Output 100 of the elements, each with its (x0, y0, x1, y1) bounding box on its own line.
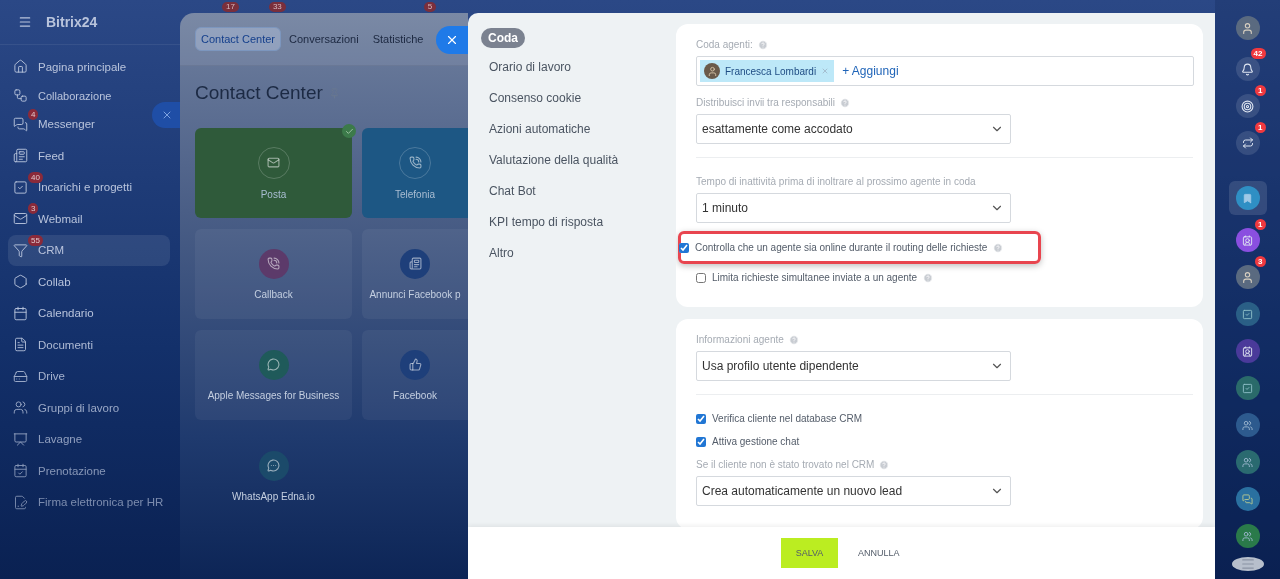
nav-item[interactable]: Consenso cookie (481, 85, 590, 111)
sidebar-item[interactable]: Calendario (8, 297, 99, 329)
sidebar-item[interactable]: Lavagne (8, 423, 88, 455)
sidebar-item[interactable]: Pagina principale (8, 51, 132, 83)
add-link[interactable]: + Aggiungi (842, 64, 899, 78)
count-badge: 1 (1255, 85, 1266, 96)
sidebar-button[interactable] (1235, 94, 1260, 118)
sidebar-button[interactable] (1235, 16, 1260, 40)
sidebar-button[interactable] (1235, 376, 1260, 400)
sidebar-button[interactable] (1235, 131, 1260, 155)
checkbox[interactable] (679, 242, 689, 253)
sidebar-group[interactable]: Collaborazione (8, 82, 117, 109)
sidebar-button[interactable] (1228, 181, 1267, 215)
tab[interactable]: Contact Center (195, 27, 281, 51)
funnel-icon (13, 242, 28, 258)
target-icon (1241, 99, 1254, 113)
field-label: Se il cliente non è stato trovato nel CRM (696, 459, 875, 470)
sidebar-item[interactable]: CRM 55 (8, 234, 170, 266)
signature-icon (13, 494, 28, 510)
sidebar-item[interactable]: Incarichi e progetti 40 (8, 171, 137, 203)
checkbox-label: Controlla che un agente sia online durante il routing delle richieste (695, 242, 988, 253)
select-field[interactable]: esattamente come accodato (696, 114, 1011, 144)
sidebar-item[interactable]: Documenti (8, 329, 98, 361)
field-label: Informazioni agente (696, 334, 784, 345)
channel-tile[interactable]: WhatsApp Edna.io (195, 431, 352, 521)
count-badge: 40 (28, 171, 43, 183)
checkbox-label: Attiva gestione chat (712, 436, 800, 447)
ad-icon (408, 257, 422, 270)
select-field[interactable]: Usa profilo utente dipendente (696, 351, 1011, 381)
people-field[interactable]: Francesca Lombardi + Aggiungi (696, 56, 1194, 86)
nav-item[interactable]: Chat Bot (481, 178, 544, 204)
task-icon (13, 179, 28, 195)
avatar-icon (1241, 21, 1254, 35)
feed-icon (13, 148, 28, 164)
nav-item[interactable]: Orario di lavoro (481, 54, 580, 80)
sidebar-item[interactable]: Collab (8, 266, 76, 298)
thumbs-up-icon (408, 358, 422, 371)
home-icon (13, 59, 28, 75)
channel-tile[interactable]: Facebook (362, 330, 468, 420)
sidebar-button[interactable] (1235, 339, 1260, 363)
field-label: Coda agenti: (696, 39, 753, 50)
count-badge: 42 (1250, 48, 1266, 59)
select-field[interactable]: Crea automaticamente un nuovo lead (696, 476, 1011, 506)
channel-tile[interactable]: Annunci Facebook p (362, 229, 468, 319)
people-icon (13, 400, 28, 416)
message-icon (267, 459, 280, 472)
nav-item[interactable]: Valutazione della qualità (481, 147, 627, 173)
sidebar-item[interactable]: Gruppi di lavoro (8, 392, 125, 424)
channel-tile[interactable]: Callback (195, 229, 352, 319)
nav-item[interactable]: Altro (481, 240, 522, 266)
page-title: Contact Center (195, 82, 323, 104)
sidebar-item[interactable]: Feed (8, 140, 70, 172)
save-button[interactable]: SALVA (781, 538, 838, 568)
count-badge: 5 (423, 2, 437, 12)
nav-item[interactable]: KPI tempo di risposta (481, 209, 612, 235)
sidebar-button[interactable] (1235, 265, 1260, 289)
channel-tile[interactable]: Apple Messages for Business (195, 330, 352, 420)
cancel-button[interactable]: ANNULLA (852, 547, 906, 559)
checkbox[interactable] (696, 436, 706, 447)
message-icon (267, 358, 280, 371)
count-badge: 3 (1255, 256, 1266, 267)
sidebar-button[interactable] (1235, 57, 1260, 81)
people-icon (1242, 456, 1253, 468)
channel-tile[interactable]: Telefonia (362, 128, 468, 218)
sidebar-item[interactable]: Drive (8, 360, 70, 392)
sidebar-button[interactable] (1235, 487, 1260, 511)
contact-icon (1242, 345, 1253, 357)
sidebar-button[interactable] (1235, 228, 1260, 252)
sidebar-item[interactable]: Firma elettronica per HR (8, 486, 169, 518)
sidebar-button[interactable] (1235, 450, 1260, 474)
tab[interactable]: Statistiche (366, 27, 430, 51)
bell-icon (1241, 62, 1254, 76)
menu-button[interactable] (1231, 557, 1264, 571)
sidebar-item[interactable]: Prenotazione (8, 455, 111, 487)
nav-item[interactable]: Coda (481, 28, 525, 48)
count-badge: 4 (28, 108, 39, 120)
select-field[interactable]: 1 minuto (696, 193, 1011, 223)
nav-item[interactable]: Azioni automatiche (481, 116, 599, 142)
checkbox[interactable] (696, 413, 706, 424)
mail-icon (267, 156, 280, 169)
checkbox[interactable] (696, 272, 706, 283)
count-badge: 17 (222, 2, 239, 12)
field-label: Distribuisci invii tra responsabili (696, 97, 835, 108)
check-icon (1242, 382, 1253, 394)
menu-icon[interactable] (18, 15, 32, 29)
count-badge: 55 (28, 234, 43, 246)
sidebar-item[interactable]: Messenger 4 (8, 108, 100, 140)
whiteboard-icon (13, 431, 28, 447)
chat-icon (13, 116, 28, 132)
sidebar-button[interactable] (1235, 302, 1260, 326)
sidebar-button[interactable] (1235, 524, 1260, 548)
person-chip[interactable]: Francesca Lombardi (700, 60, 835, 82)
phone-icon (267, 257, 280, 270)
logo[interactable]: Bitrix24 (46, 14, 98, 30)
hexagon-icon (13, 274, 28, 290)
checkbox-label: Limita richieste simultanee inviate a un agente (712, 272, 918, 283)
sidebar-button[interactable] (1235, 413, 1260, 437)
chat-icon (1242, 493, 1253, 505)
tab[interactable]: Conversazioni (283, 27, 365, 51)
sidebar-item[interactable]: Webmail 3 (8, 203, 88, 235)
